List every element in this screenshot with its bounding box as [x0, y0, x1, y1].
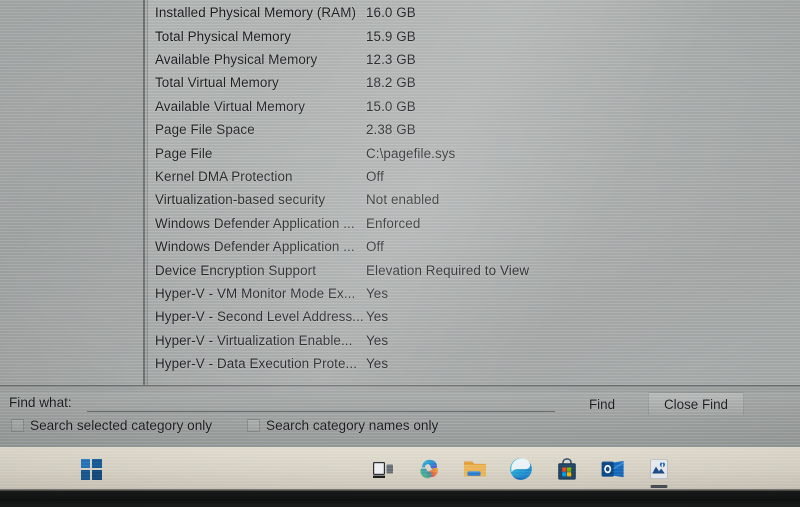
detail-item-value: Yes — [366, 332, 389, 348]
detail-item-name: Hyper-V - VM Monitor Mode Ex... — [155, 285, 356, 301]
horizontal-splitter[interactable] — [0, 385, 800, 392]
detail-item-value: 15.9 GB — [366, 28, 416, 44]
category-tree-pane[interactable] — [0, 0, 143, 385]
detail-item-name: Hyper-V - Virtualization Enable... — [155, 332, 353, 348]
outlook-button[interactable] — [590, 447, 636, 491]
search-category-names-checkbox[interactable]: Search category names only — [247, 418, 438, 433]
system-information-window: Installed Physical Memory (RAM) 16.0 GB To… — [0, 0, 800, 447]
detail-row[interactable]: Hyper-V - Data Execution Prote... Yes — [148, 352, 800, 375]
detail-row[interactable]: Available Virtual Memory 15.0 GB — [148, 95, 800, 118]
detail-item-value: Elevation Required to View — [366, 262, 530, 278]
file-explorer-button[interactable] — [452, 447, 498, 491]
search-pill-slot — [114, 447, 360, 491]
system-information-button[interactable] — [636, 447, 682, 491]
detail-item-name: Hyper-V - Second Level Address... — [155, 309, 364, 325]
detail-item-name: Page File — [155, 145, 213, 161]
detail-row[interactable]: Total Physical Memory 15.9 GB — [148, 24, 800, 47]
detail-item-value: 18.2 GB — [366, 75, 416, 91]
detail-item-name: Installed Physical Memory (RAM) — [155, 5, 357, 21]
search-selected-category-checkbox[interactable]: Search selected category only — [11, 418, 212, 433]
detail-item-value: 12.3 GB — [366, 51, 416, 67]
checkbox-box[interactable] — [11, 419, 24, 432]
store-bag-icon — [558, 457, 576, 480]
system-information-icon — [650, 458, 668, 479]
pane-splitter[interactable] — [143, 0, 145, 385]
detail-list[interactable]: Installed Physical Memory (RAM) 16.0 GB To… — [148, 0, 800, 385]
windows-taskbar: Search — [0, 447, 800, 491]
detail-row[interactable]: Device Encryption Support Elevation Requi… — [148, 258, 800, 281]
detail-row[interactable]: Virtualization-based security Not enabled — [148, 188, 800, 211]
task-view-icon — [373, 462, 393, 478]
detail-item-name: Total Physical Memory — [155, 28, 292, 44]
detail-item-name: Available Virtual Memory — [155, 98, 306, 114]
edge-icon — [510, 458, 532, 480]
detail-row[interactable]: Kernel DMA Protection Off — [148, 165, 800, 188]
close-find-button[interactable]: Close Find — [648, 392, 744, 416]
detail-item-value: Enforced — [366, 215, 421, 231]
outlook-icon — [601, 461, 624, 478]
microsoft-store-button[interactable] — [544, 447, 590, 491]
folder-icon — [464, 461, 486, 477]
detail-row[interactable]: Page File C:\pagefile.sys — [148, 141, 800, 164]
taskbar-icon-group — [68, 447, 682, 491]
detail-row[interactable]: Windows Defender Application ... Enforced — [148, 212, 800, 235]
detail-item-value: Yes — [366, 356, 389, 372]
detail-item-name: Windows Defender Application ... — [155, 215, 355, 231]
detail-item-name: Virtualization-based security — [155, 192, 326, 208]
detail-item-value: C:\pagefile.sys — [366, 145, 456, 161]
detail-row[interactable]: Hyper-V - Virtualization Enable... Yes — [148, 329, 800, 352]
microsoft-edge-button[interactable] — [498, 447, 544, 491]
detail-item-name: Total Virtual Memory — [155, 75, 279, 91]
detail-row[interactable]: Windows Defender Application ... Off — [148, 235, 800, 258]
detail-row[interactable]: Hyper-V - VM Monitor Mode Ex... Yes — [148, 282, 800, 305]
task-view-button[interactable] — [360, 447, 406, 491]
detail-item-value: Off — [366, 239, 384, 255]
copilot-button[interactable] — [406, 447, 452, 491]
find-what-input[interactable] — [87, 394, 555, 412]
detail-item-name: Kernel DMA Protection — [155, 168, 293, 184]
detail-row[interactable]: Hyper-V - Second Level Address... Yes — [148, 305, 800, 328]
windows-logo-icon — [80, 458, 102, 480]
detail-item-value: Off — [366, 168, 384, 184]
detail-row[interactable]: Available Physical Memory 12.3 GB — [148, 48, 800, 71]
detail-row[interactable]: Page File Space 2.38 GB — [148, 118, 800, 141]
detail-item-name: Windows Defender Application ... — [155, 239, 355, 255]
detail-row[interactable]: Installed Physical Memory (RAM) 16.0 GB — [148, 1, 800, 24]
checkbox-box[interactable] — [247, 419, 260, 432]
detail-item-name: Hyper-V - Data Execution Prote... — [155, 356, 358, 372]
copilot-icon — [419, 459, 438, 478]
monitor-photo: Installed Physical Memory (RAM) 16.0 GB To… — [0, 0, 800, 507]
checkbox-label: Search category names only — [266, 418, 439, 433]
detail-item-value: 15.0 GB — [366, 98, 416, 114]
detail-item-value: Yes — [366, 309, 389, 325]
detail-item-value: Yes — [366, 285, 389, 301]
start-button[interactable] — [68, 447, 114, 491]
monitor-bezel — [0, 491, 800, 507]
detail-item-value: Not enabled — [366, 192, 440, 208]
detail-item-name: Available Physical Memory — [155, 51, 318, 67]
detail-item-value: 16.0 GB — [366, 5, 416, 21]
detail-row[interactable]: Total Virtual Memory 18.2 GB — [148, 71, 800, 94]
detail-item-name: Device Encryption Support — [155, 262, 317, 278]
detail-item-value: 2.38 GB — [366, 122, 416, 138]
checkbox-label: Search selected category only — [30, 418, 213, 433]
find-what-label: Find what: — [9, 395, 72, 410]
find-button[interactable]: Find — [570, 392, 634, 416]
detail-item-name: Page File Space — [155, 122, 255, 138]
